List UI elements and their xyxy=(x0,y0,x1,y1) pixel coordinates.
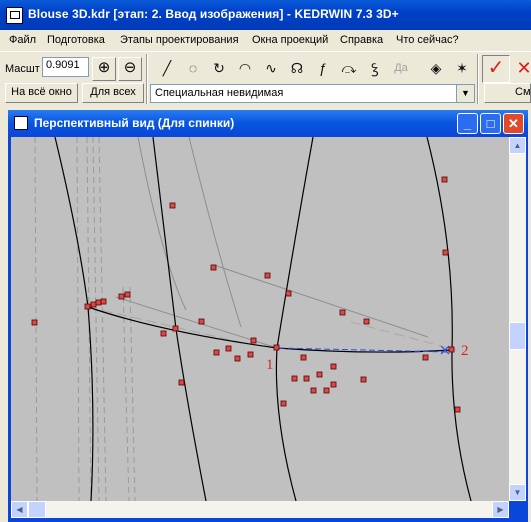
curve-tool-icon[interactable]: ∿ xyxy=(259,56,283,80)
scale-label: Масшт xyxy=(5,63,40,75)
vertical-scroll-thumb[interactable] xyxy=(509,322,526,350)
zoom-out-button[interactable]: ⊖ xyxy=(118,57,142,81)
horizontal-scrollbar[interactable]: ◀ ▶ xyxy=(11,501,509,518)
fit-all-button[interactable]: Для всех xyxy=(82,83,144,103)
maximize-icon[interactable]: □ xyxy=(480,113,501,134)
window-title: Blouse 3D.kdr [этап: 2. Ввод изображения… xyxy=(28,7,399,21)
bend-tool-icon[interactable]: ⤼ xyxy=(337,56,361,80)
scroll-right-icon[interactable]: ▶ xyxy=(492,501,509,518)
scale-input[interactable]: 0.9091 xyxy=(42,57,89,77)
window-icon xyxy=(14,116,28,130)
line-type-value: Специальная невидимая xyxy=(155,87,284,99)
scroll-left-icon[interactable]: ◀ xyxy=(11,501,28,518)
child-window-title: Перспективный вид (Для спинки) xyxy=(34,116,235,130)
menu-prepare[interactable]: Подготовка xyxy=(47,34,105,46)
arc-tool-icon[interactable]: ◠ xyxy=(233,56,257,80)
menu-bar: Файл Подготовка Этапы проектирования Окн… xyxy=(0,30,531,51)
menu-help[interactable]: Справка xyxy=(340,34,383,46)
child-titlebar: Перспективный вид (Для спинки) _ □ ✕ xyxy=(8,110,528,136)
zoom-in-button[interactable]: ⊕ xyxy=(92,57,116,81)
pattern-drawing: 1 2 xyxy=(31,137,472,501)
cross-red-icon[interactable]: ✕ xyxy=(512,56,531,80)
minimize-icon[interactable]: _ xyxy=(457,113,478,134)
shift-button[interactable]: Сме xyxy=(484,83,531,103)
menu-design-stages[interactable]: Этапы проектирования xyxy=(120,34,239,46)
horizontal-scroll-thumb[interactable] xyxy=(28,501,46,518)
rotate-tool-icon[interactable]: ↻ xyxy=(207,56,231,80)
app-icon xyxy=(6,7,23,24)
scroll-up-icon[interactable]: ▲ xyxy=(509,137,526,154)
point-label-1: 1 xyxy=(266,357,274,373)
close-icon[interactable]: ✕ xyxy=(503,113,524,134)
chevron-down-icon[interactable]: ▼ xyxy=(456,85,474,102)
yes-button[interactable]: Да xyxy=(389,56,413,80)
menu-file[interactable]: Файл xyxy=(9,34,36,46)
fit-window-button[interactable]: На всё окно xyxy=(5,83,78,103)
cross-point-icon[interactable]: ✶ xyxy=(450,56,474,80)
spline-tool-icon[interactable]: ƒ xyxy=(311,56,335,80)
toolbar: Масшт 0.9091 ⊕ ⊖ На всё окно Для всех ╱ … xyxy=(0,51,531,107)
check-red-icon[interactable]: ✓ xyxy=(482,55,510,83)
toolbar-separator xyxy=(477,54,479,104)
control-points[interactable] xyxy=(31,176,461,413)
menu-projection-windows[interactable]: Окна проекций xyxy=(252,34,328,46)
point-label-2: 2 xyxy=(461,343,469,359)
circle-tool-icon[interactable]: ◌ xyxy=(181,56,205,80)
multi-curve-tool-icon[interactable]: ☊ xyxy=(285,56,309,80)
app-titlebar: Blouse 3D.kdr [этап: 2. Ввод изображения… xyxy=(0,0,531,30)
toolbar-separator xyxy=(146,54,148,104)
target-icon[interactable]: ◈ xyxy=(424,56,448,80)
menu-what-now[interactable]: Что сейчас? xyxy=(396,34,459,46)
drawing-canvas[interactable]: 1 2 xyxy=(11,137,509,501)
hook-tool-icon[interactable]: ꝣ xyxy=(363,56,387,80)
scroll-down-icon[interactable]: ▼ xyxy=(509,484,526,501)
draw-line-icon[interactable]: ╱ xyxy=(155,56,179,80)
vertical-scrollbar[interactable]: ▲ ▼ xyxy=(509,137,526,501)
line-type-select[interactable]: Специальная невидимая ▼ xyxy=(150,84,475,103)
